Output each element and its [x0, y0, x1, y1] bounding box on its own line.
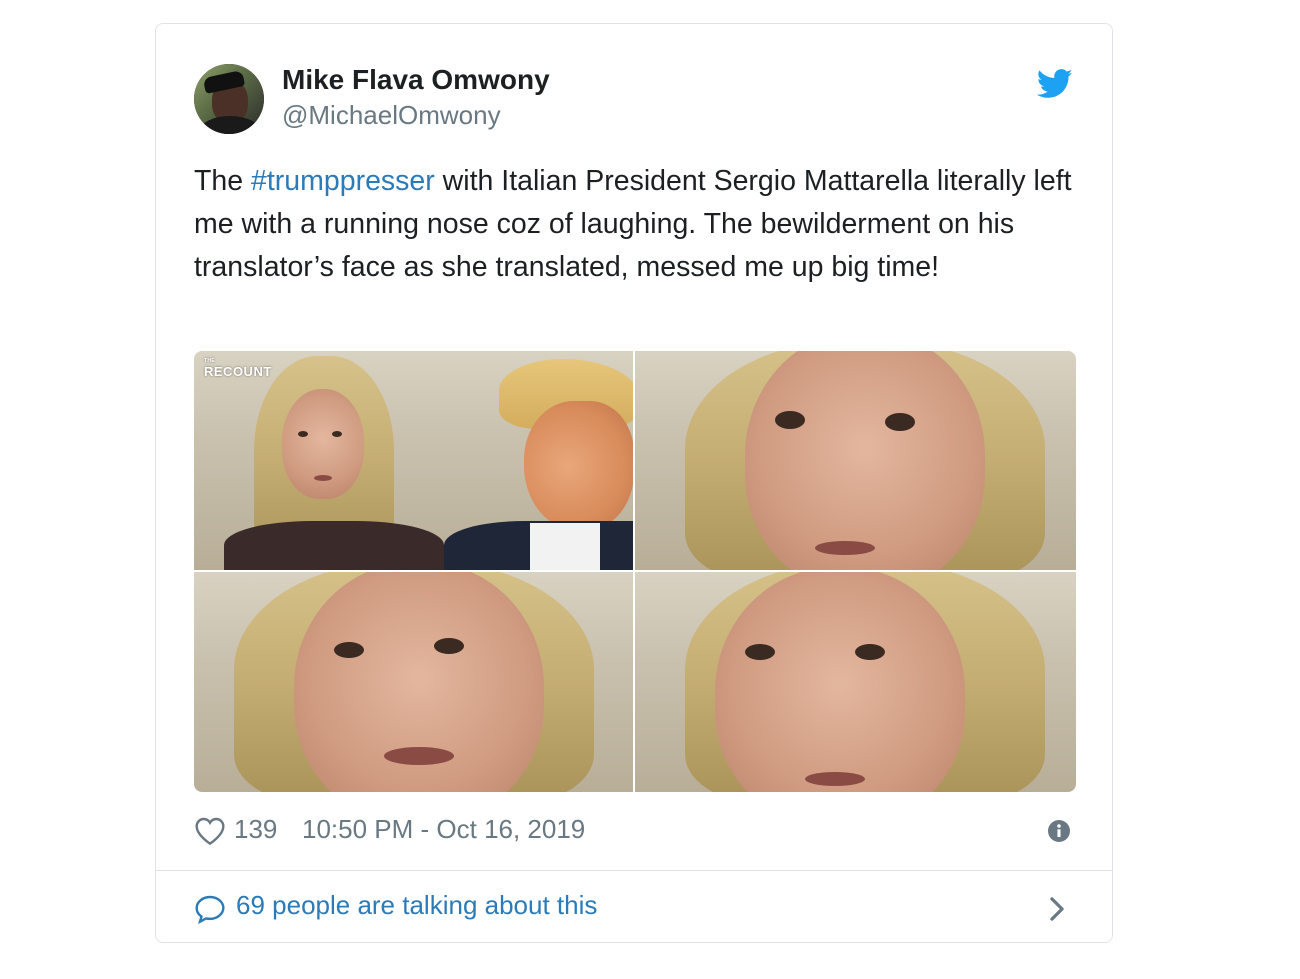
tweet-footer: 139 10:50 PM - Oct 16, 2019 [194, 814, 1076, 848]
author-name[interactable]: Mike Flava Omwony [282, 64, 550, 96]
conversation-link[interactable]: 69 people are talking about this [194, 890, 1076, 926]
timestamp[interactable]: 10:50 PM - Oct 16, 2019 [302, 814, 585, 845]
media-grid: THE RECOUNT [194, 351, 1076, 792]
chevron-right-icon[interactable] [1046, 895, 1068, 923]
heart-icon[interactable] [194, 816, 226, 846]
author-handle[interactable]: @MichaelOmwony [282, 100, 501, 131]
hashtag-link[interactable]: #trumppresser [251, 165, 435, 197]
media-photo-1[interactable]: THE RECOUNT [194, 351, 633, 570]
divider [156, 870, 1112, 871]
media-photo-3[interactable] [194, 572, 633, 792]
like-count[interactable]: 139 [234, 814, 277, 845]
twitter-bird-icon[interactable] [1037, 69, 1073, 99]
tweet-text: The #trumppresser with Italian President… [194, 160, 1074, 289]
watermark: THE RECOUNT [204, 358, 272, 380]
info-icon[interactable] [1048, 820, 1070, 842]
media-photo-2[interactable] [635, 351, 1076, 570]
conversation-label[interactable]: 69 people are talking about this [236, 890, 597, 921]
embedded-tweet-card: Mike Flava Omwony @MichaelOmwony The #tr… [155, 23, 1113, 943]
avatar[interactable] [194, 64, 264, 134]
tweet-text-start: The [194, 165, 252, 197]
media-photo-4[interactable] [635, 572, 1076, 792]
tweet-header: Mike Flava Omwony @MichaelOmwony [194, 64, 1074, 134]
speech-bubble-icon [195, 895, 225, 924]
